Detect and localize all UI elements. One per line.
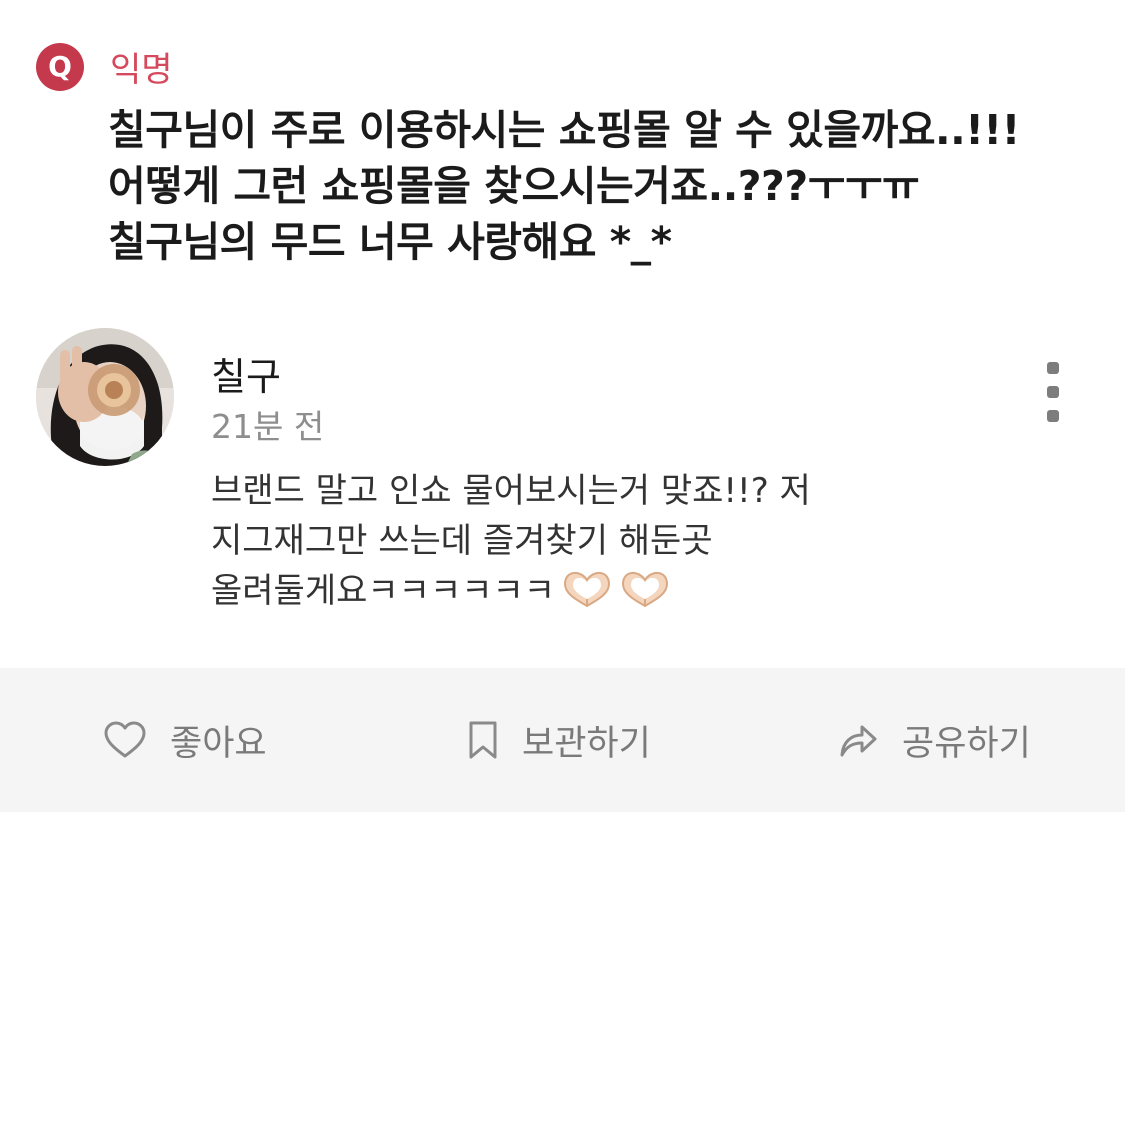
question-line: 칠구님의 무드 너무 사랑해요 *_* (108, 218, 672, 266)
answer-line: 지그재그만 쓰는데 즐겨찾기 해둔곳 (211, 521, 713, 561)
save-label: 보관하기 (522, 723, 651, 764)
action-bar: 좋아요 보관하기 공유하기 (0, 668, 1125, 812)
page: Q 익명 칠구님이 주로 이용하시는 쇼핑몰 알 수 있을까요..!!! 어떻게… (0, 0, 1125, 1125)
avatar[interactable] (36, 328, 174, 466)
question-badge: Q (36, 42, 84, 91)
answer-text: 브랜드 말고 인쇼 물어보시는거 맞죠!!? 저 지그재그만 쓰는데 즐겨찾기 … (211, 466, 1051, 616)
heart-icon (104, 721, 146, 758)
like-button[interactable]: 좋아요 (104, 718, 267, 764)
more-options-button[interactable] (1039, 362, 1067, 422)
more-dot-icon (1047, 362, 1059, 374)
heart-hands-icon (564, 572, 611, 608)
question-line: 어떻게 그런 쇼핑몰을 찾으시는거죠..???ㅜㅜㅠ (108, 162, 920, 210)
heart-hands-icon (622, 572, 669, 608)
answer-line-with-emoji: 올려둘게요ㅋㅋㅋㅋㅋㅋ (211, 566, 1051, 616)
answer-line: 브랜드 말고 인쇼 물어보시는거 맞죠!!? 저 (211, 471, 811, 511)
share-button[interactable]: 공유하기 (838, 718, 1031, 764)
answer-line: 올려둘게요ㅋㅋㅋㅋㅋㅋ (211, 571, 556, 611)
more-dot-icon (1047, 386, 1059, 398)
author-name[interactable]: 칠구 (211, 346, 281, 401)
question-line: 칠구님이 주로 이용하시는 쇼핑몰 알 수 있을까요..!!! (108, 106, 1020, 154)
timestamp: 21분 전 (211, 407, 325, 446)
asker-name[interactable]: 익명 (110, 42, 173, 91)
share-label: 공유하기 (902, 723, 1031, 764)
like-label: 좋아요 (170, 723, 267, 764)
more-dot-icon (1047, 410, 1059, 422)
avatar-image (36, 328, 174, 466)
bookmark-icon (469, 721, 497, 759)
save-button[interactable]: 보관하기 (468, 718, 651, 764)
question-text: 칠구님이 주로 이용하시는 쇼핑몰 알 수 있을까요..!!! 어떻게 그런 쇼… (108, 102, 1108, 270)
question-header: Q 익명 (36, 42, 173, 91)
share-icon (840, 725, 877, 757)
